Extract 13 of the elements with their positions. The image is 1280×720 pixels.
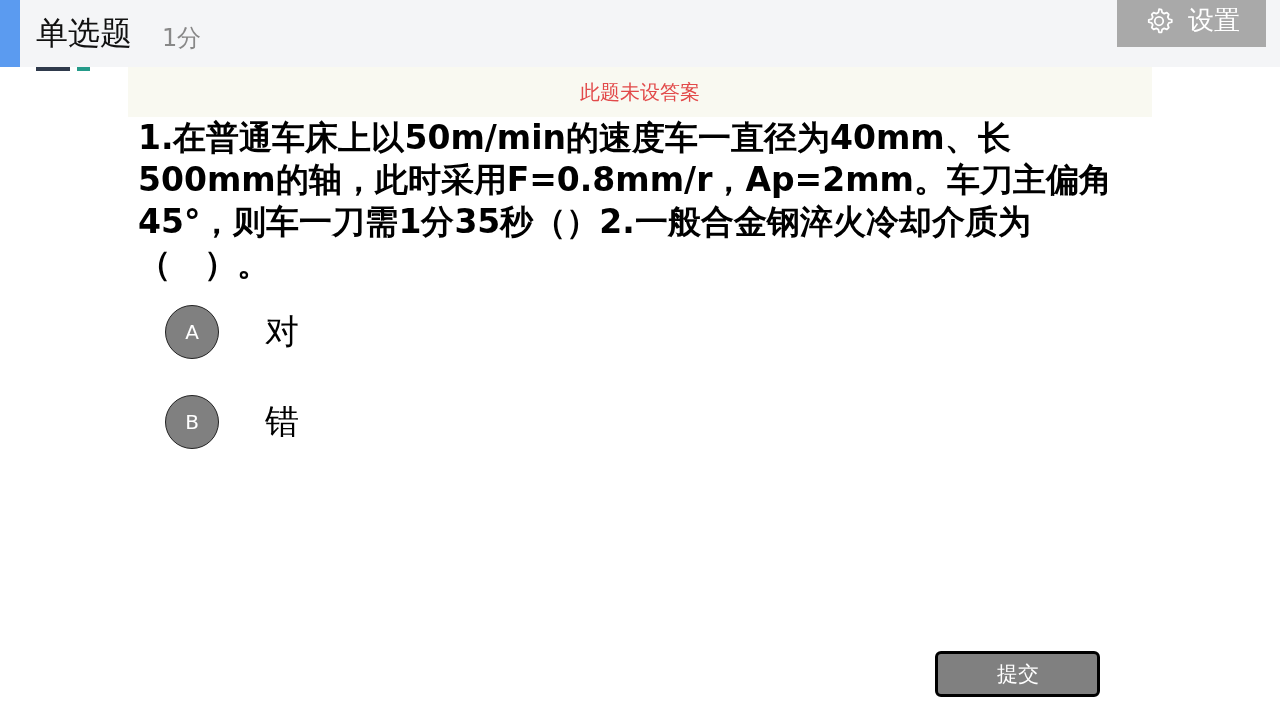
submit-button[interactable]: 提交 — [935, 651, 1100, 697]
settings-button[interactable]: 设置 — [1117, 0, 1266, 47]
question-text: 1.在普通车床上以50m/min的速度车一直径为40mm、长500mm的轴，此时采用F=0.8mm/r，Ap=2mm。车刀主偏角45°，则车一刀需1分35秒（）2.一般合金钢淬火冷却介质为（ ）。 — [138, 117, 1113, 285]
notice-text: 此题未设答案 — [580, 78, 700, 106]
option-button[interactable]: B — [165, 395, 219, 449]
option-text[interactable]: 对 — [265, 309, 299, 355]
question-type-title: 单选题 — [36, 12, 132, 54]
option-button[interactable]: A — [165, 305, 219, 359]
option-text[interactable]: 错 — [265, 399, 299, 445]
score-label: 1分 — [162, 22, 202, 54]
tab-indicator — [77, 67, 90, 71]
accent-bar — [0, 0, 20, 67]
tab-indicator — [36, 67, 70, 71]
